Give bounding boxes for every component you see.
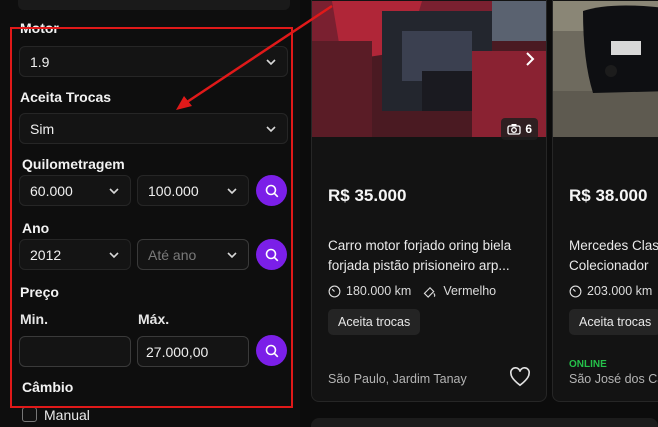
annotation-arrow	[176, 4, 333, 110]
